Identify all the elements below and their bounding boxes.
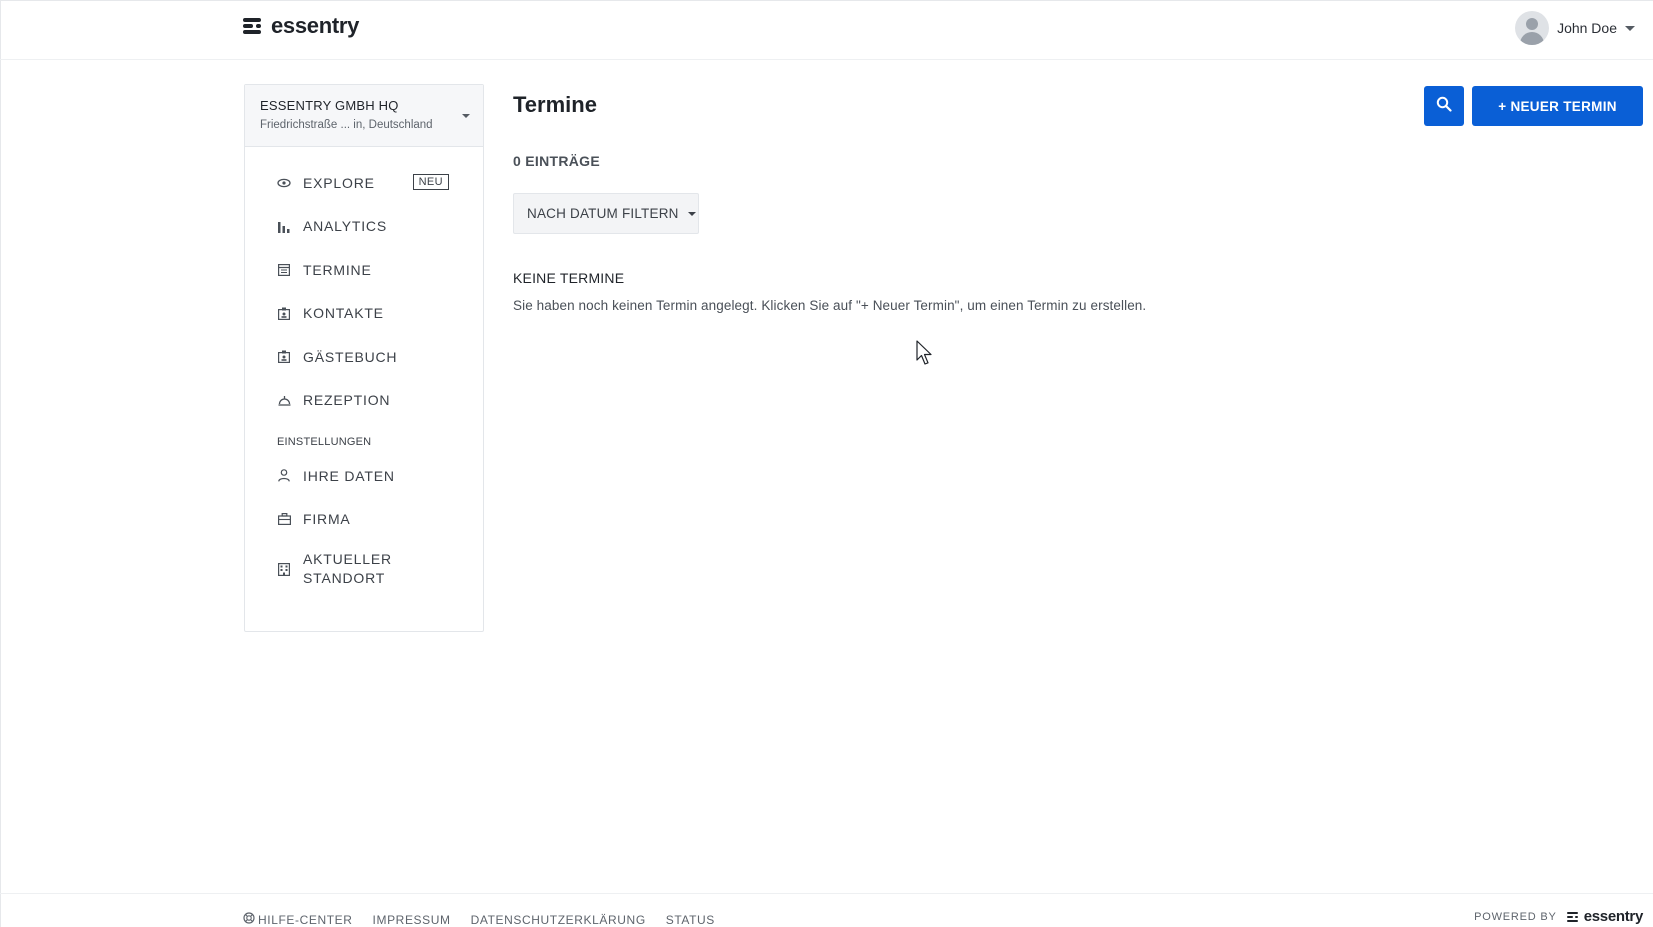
sidebar-item-termine[interactable]: TERMINE (245, 248, 483, 292)
sidebar-item-label-line1: AKTUELLER (303, 551, 392, 567)
new-badge: NEU (412, 174, 449, 190)
entry-count: 0 EINTRÄGE (513, 153, 601, 169)
essentry-logo-icon (1566, 911, 1581, 923)
footer-links: HILFE-CENTER IMPRESSUM DATENSCHUTZERKLÄR… (243, 912, 715, 927)
user-menu[interactable]: John Doe (1515, 11, 1635, 45)
bar-chart-icon (277, 219, 291, 233)
avatar (1515, 11, 1550, 45)
sidebar-nav: EXPLORE NEU ANALYTICS TERMINE KONTAKTE G… (245, 147, 483, 422)
footer-link-help-center[interactable]: HILFE-CENTER (243, 912, 353, 927)
mouse-cursor-icon (916, 340, 934, 371)
sidebar-item-label-line2: STANDORT (303, 570, 386, 586)
eye-icon (277, 176, 291, 190)
user-name: John Doe (1557, 20, 1617, 36)
sidebar-item-gaestebuch[interactable]: GÄSTEBUCH (245, 335, 483, 379)
page-title: Termine (513, 92, 597, 117)
footer-link-impressum[interactable]: IMPRESSUM (373, 913, 451, 927)
location-selector[interactable]: ESSENTRY GMBH HQ Friedrichstraße ... in,… (245, 85, 483, 147)
sidebar-item-ihre-daten[interactable]: IHRE DATEN (245, 454, 483, 498)
footer-link-label: HILFE-CENTER (258, 912, 353, 927)
sidebar-item-label: ANALYTICS (303, 218, 387, 235)
essentry-logo[interactable]: essentry (243, 13, 359, 39)
sidebar-item-aktueller-standort[interactable]: AKTUELLER STANDORT (245, 541, 483, 597)
building-icon (277, 562, 291, 576)
powered-by: POWERED BY essentry (1474, 908, 1643, 925)
app-header: essentry John Doe (0, 0, 1653, 60)
chevron-down-icon (1625, 25, 1635, 31)
sidebar-item-label: GÄSTEBUCH (303, 348, 398, 365)
location-name: ESSENTRY GMBH HQ (260, 98, 399, 113)
chevron-down-icon (462, 114, 470, 118)
sidebar-item-label: IHRE DATEN (303, 467, 395, 484)
sidebar-item-label: AKTUELLER STANDORT (303, 550, 392, 588)
powered-by-label: POWERED BY (1474, 910, 1557, 923)
empty-state-text: Sie haben noch keinen Termin angelegt. K… (513, 298, 1147, 313)
search-button[interactable] (1424, 86, 1464, 126)
sidebar-item-label: KONTAKTE (303, 305, 384, 322)
footer-link-status[interactable]: STATUS (666, 913, 715, 927)
settings-heading: EINSTELLUNGEN (277, 436, 372, 448)
chevron-down-icon (687, 211, 696, 216)
sidebar-item-label: TERMINE (303, 261, 372, 278)
settings-nav: IHRE DATEN FIRMA AKTUELLER STANDORT (245, 454, 483, 597)
sidebar-item-kontakte[interactable]: KONTAKTE (245, 292, 483, 336)
location-address: Friedrichstraße ... in, Deutschland (260, 119, 433, 131)
badge-icon (277, 306, 291, 320)
sidebar-item-label: EXPLORE (303, 174, 375, 191)
footer: HILFE-CENTER IMPRESSUM DATENSCHUTZERKLÄR… (0, 893, 1653, 927)
window-left-border (0, 0, 1, 927)
logo-text: essentry (271, 13, 360, 38)
lifebuoy-icon (243, 912, 255, 927)
sidebar: ESSENTRY GMBH HQ Friedrichstraße ... in,… (244, 84, 484, 632)
date-filter-label: NACH DATUM FILTERN (527, 206, 679, 221)
essentry-footer-logo[interactable]: essentry (1566, 908, 1644, 925)
sidebar-item-analytics[interactable]: ANALYTICS (245, 205, 483, 249)
sidebar-item-label: REZEPTION (303, 392, 391, 409)
new-appointment-button[interactable]: + NEUER TERMIN (1472, 86, 1643, 126)
sidebar-item-label: FIRMA (303, 511, 351, 528)
briefcase-icon (277, 512, 291, 526)
sidebar-item-firma[interactable]: FIRMA (245, 498, 483, 542)
person-icon (277, 469, 291, 483)
sidebar-item-rezeption[interactable]: REZEPTION (245, 379, 483, 423)
sidebar-item-explore[interactable]: EXPLORE NEU (245, 161, 483, 205)
reception-bell-icon (277, 393, 291, 407)
badge-icon (277, 350, 291, 364)
date-filter-dropdown[interactable]: NACH DATUM FILTERN (513, 193, 699, 234)
footer-link-privacy[interactable]: DATENSCHUTZERKLÄRUNG (471, 913, 646, 927)
footer-logo-text: essentry (1583, 908, 1644, 925)
essentry-logo-icon (243, 16, 267, 36)
calendar-icon (277, 263, 291, 277)
search-icon (1436, 96, 1452, 117)
empty-state-title: KEINE TERMINE (513, 270, 625, 286)
